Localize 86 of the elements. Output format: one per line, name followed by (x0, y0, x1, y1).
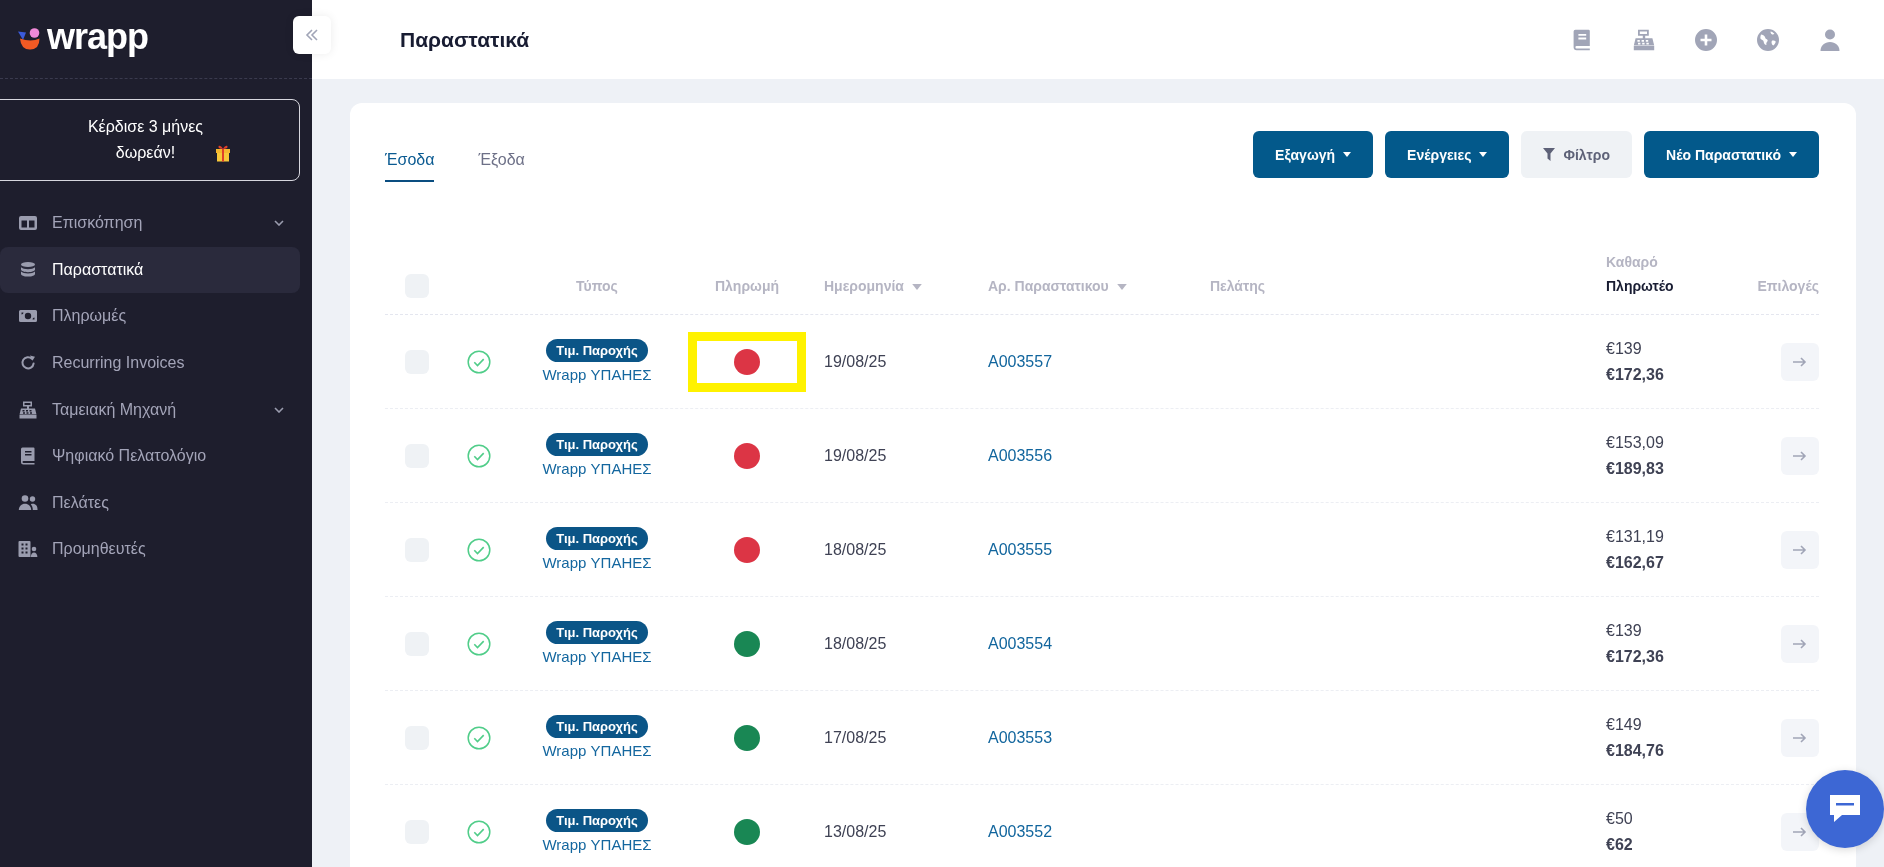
logo-text: wrapp (47, 17, 148, 57)
type-badge: Τιμ. Παροχής (546, 339, 648, 362)
series-label: Wrapp ΥΠΑΗΕΣ (542, 648, 652, 666)
net-amount: €139 (1606, 620, 1642, 641)
column-header: Καθαρό (1606, 253, 1658, 272)
net-amount: €153,09 (1606, 432, 1664, 453)
column-header: Πληρωτέο (1606, 277, 1674, 296)
chat-icon (1828, 794, 1862, 824)
tab[interactable]: Έσοδα (385, 131, 435, 182)
arrow-right-icon (1793, 356, 1807, 367)
payable-amount: €184,76 (1606, 740, 1664, 761)
net-amount: €149 (1606, 714, 1642, 735)
sidebar-item[interactable]: Πελάτες (0, 479, 300, 527)
series-label: Wrapp ΥΠΑΗΕΣ (542, 460, 652, 478)
action-button[interactable]: Φίλτρο (1521, 131, 1633, 178)
document-number-link[interactable]: A003553 (988, 728, 1053, 747)
collapse-sidebar-button[interactable] (293, 16, 331, 54)
cash-register-icon (18, 399, 38, 420)
arrow-right-icon (1793, 544, 1807, 555)
sidebar-item[interactable]: Ταμειακή Μηχανή (0, 386, 300, 433)
date-text: 18/08/25 (824, 540, 887, 559)
action-button[interactable]: Ενέργειες (1385, 131, 1510, 178)
sidebar-item[interactable]: Επισκόπηση (0, 200, 300, 247)
payable-amount: €162,67 (1606, 552, 1664, 573)
cash-register-icon[interactable] (1632, 27, 1656, 52)
promo-banner[interactable]: Κέρδισε 3 μήνες δωρεάν! (0, 99, 300, 181)
sidebar-item[interactable]: Ψηφιακό Πελατολόγιο (0, 432, 300, 480)
action-button[interactable]: Νέο Παραστατικό (1644, 131, 1819, 178)
column-header: Πληρωμή (714, 277, 780, 296)
type-badge: Τιμ. Παροχής (546, 433, 648, 456)
caret-down-icon (1343, 152, 1352, 157)
building-icon (18, 539, 38, 560)
payable-amount: €172,36 (1606, 646, 1664, 667)
sidebar-item[interactable]: Παραστατικά (0, 246, 300, 294)
column-header: Πελάτης (1210, 277, 1266, 296)
users-icon (18, 492, 38, 513)
type-badge: Τιμ. Παροχής (546, 715, 648, 738)
chevron-down-icon (274, 406, 284, 413)
column-header: Τύπος (576, 277, 618, 296)
user-icon[interactable] (1818, 27, 1842, 52)
sidebar-item[interactable]: Recurring Invoices (0, 339, 300, 387)
coins-icon (18, 259, 38, 280)
promo-text: Κέρδισε 3 μήνες δωρεάν! (86, 117, 205, 163)
series-label: Wrapp ΥΠΑΗΕΣ (542, 366, 652, 384)
date-text: 19/08/25 (824, 446, 887, 465)
arrow-right-icon (1793, 450, 1807, 461)
document-number-link[interactable]: A003557 (988, 352, 1053, 371)
net-amount: €50 (1606, 808, 1633, 829)
arrow-right-icon (1793, 638, 1807, 649)
date-text: 17/08/25 (824, 728, 887, 747)
date-text: 13/08/25 (824, 822, 887, 841)
caret-down-icon (1789, 152, 1797, 157)
arrow-right-icon (1793, 732, 1807, 743)
net-amount: €131,19 (1606, 526, 1664, 547)
tab[interactable]: Έξοδα (478, 131, 525, 182)
document-number-link[interactable]: A003552 (988, 822, 1053, 841)
globe-icon[interactable] (1756, 27, 1780, 52)
type-badge: Τιμ. Παροχής (546, 809, 648, 832)
double-chevron-left-icon (305, 29, 319, 41)
document-number-link[interactable]: A003555 (988, 540, 1053, 559)
series-label: Wrapp ΥΠΑΗΕΣ (542, 836, 652, 854)
series-label: Wrapp ΥΠΑΗΕΣ (542, 742, 652, 760)
payable-amount: €62 (1606, 834, 1633, 855)
sidebar-item[interactable]: Πληρωμές (0, 293, 300, 340)
gift-icon (214, 144, 231, 162)
chat-button[interactable] (1806, 770, 1884, 848)
page-title: Παραστατικά (400, 27, 530, 52)
sidebar-item[interactable]: Προμηθευτές (0, 526, 300, 573)
document-number-link[interactable]: A003554 (988, 634, 1053, 653)
document-number-link[interactable]: A003556 (988, 446, 1053, 465)
date-text: 18/08/25 (824, 634, 887, 653)
filter-icon (1543, 148, 1556, 161)
series-label: Wrapp ΥΠΑΗΕΣ (542, 554, 652, 572)
chevron-down-icon (274, 220, 284, 227)
caret-down-icon (1479, 152, 1488, 157)
action-button[interactable]: Εξαγωγή (1253, 131, 1374, 178)
payable-amount: €172,36 (1606, 364, 1664, 385)
type-badge: Τιμ. Παροχής (546, 527, 648, 550)
column-header: Επιλογές (1757, 277, 1819, 296)
logo-icon (18, 28, 40, 50)
type-badge: Τιμ. Παροχής (546, 621, 648, 644)
book-icon (18, 446, 38, 467)
net-amount: €139 (1606, 338, 1642, 359)
arrow-right-icon (1793, 826, 1807, 837)
date-text: 19/08/25 (824, 352, 887, 371)
payable-amount: €189,83 (1606, 458, 1664, 479)
